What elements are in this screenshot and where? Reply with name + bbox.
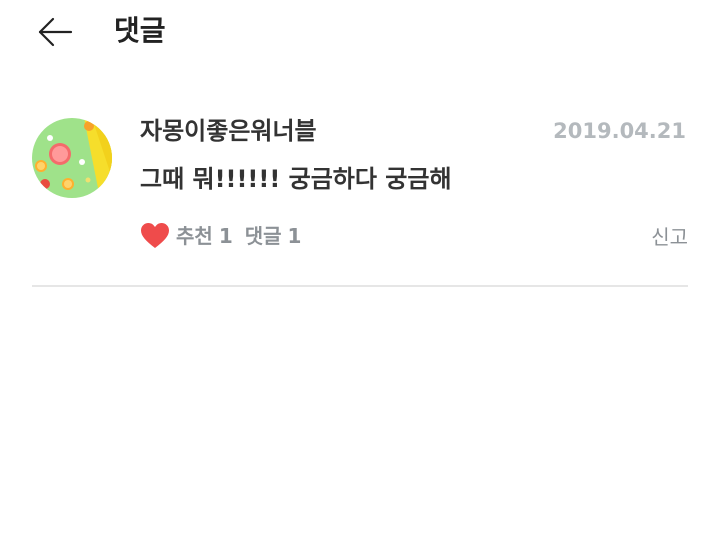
comment-text: 그때 뭐!!!!!! 궁금하다 궁금해 — [140, 165, 452, 193]
heart-icon — [141, 223, 169, 248]
comment-date: 2019.04.21 — [553, 119, 686, 143]
arrow-left-icon — [38, 17, 73, 47]
page-title: 댓글 — [114, 14, 166, 47]
report-button[interactable]: 신고 — [651, 222, 688, 252]
reply-label: 댓글 — [244, 224, 282, 248]
avatar[interactable] — [32, 118, 112, 198]
divider — [32, 285, 688, 287]
like-label: 추천 — [176, 224, 213, 248]
like-count: 1 — [218, 224, 233, 248]
reply-button[interactable]: 댓글 1 — [245, 221, 302, 251]
comment-author[interactable]: 자몽이좋은워너블 — [140, 114, 317, 148]
top-bar: 댓글 — [0, 0, 720, 64]
comment-actions: 추천 1 댓글 1 — [140, 220, 301, 252]
reply-count: 1 — [287, 224, 302, 248]
like-button[interactable]: 추천 1 — [140, 221, 233, 251]
citrus-fruit-avatar-image — [32, 118, 112, 198]
comment-item: 자몽이좋은워너블 2019.04.21 그때 뭐!!!!!! 궁금하다 궁금해 … — [0, 100, 720, 286]
back-button[interactable] — [36, 12, 76, 52]
